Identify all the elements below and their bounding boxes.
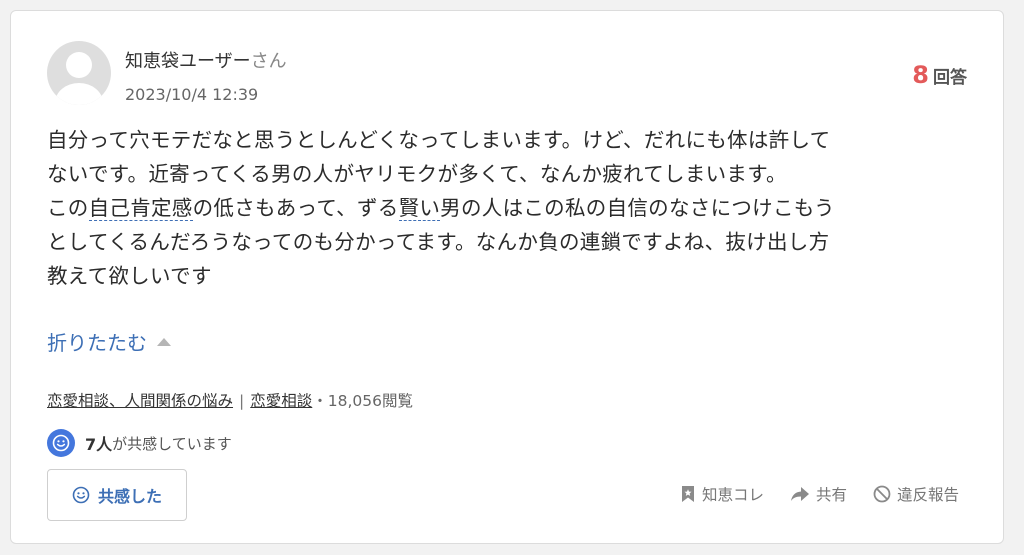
answer-count-label: 回答 (933, 68, 967, 88)
question-text: 男の人はこの私の自信のなさにつけこもう (440, 196, 835, 220)
answer-count[interactable]: 8 回答 (912, 61, 967, 89)
prohibit-icon (873, 485, 891, 503)
view-count: ・18,056閲覧 (312, 392, 414, 410)
question-card: 知恵袋ユーザーさん 2023/10/4 12:39 8 回答 自分って穴モテだな… (10, 10, 1004, 544)
question-body: 自分って穴モテだなと思うとしんどくなってしまいます。けど、だれにも体は許して な… (47, 123, 967, 293)
avatar-body-shape (55, 83, 103, 105)
category-separator: | (239, 392, 245, 410)
question-line: この自己肯定感の低さもあって、ずる賢い男の人はこの私の自信のなさにつけこもう (47, 191, 967, 225)
category-link[interactable]: 恋愛相談 (250, 392, 312, 410)
glossary-term-link[interactable]: 賢い (398, 196, 441, 221)
share-label: 共有 (815, 486, 847, 504)
empathy-count: 7人 が共感しています (47, 429, 232, 457)
bookmark-icon (681, 486, 694, 502)
report-label: 違反報告 (896, 486, 959, 504)
glossary-term-link[interactable]: 自己肯定感 (88, 196, 193, 221)
collapse-label: 折りたたむ (47, 331, 147, 355)
question-line: 自分って穴モテだなと思うとしんどくなってしまいます。けど、だれにも体は許して (47, 128, 831, 152)
question-line: ないです。近寄ってくる男の人がヤリモクが多くて、なんか疲れてしまいます。 (47, 162, 787, 186)
category-breadcrumb: 恋愛相談、人間関係の悩み | 恋愛相談・18,056閲覧 (47, 389, 413, 411)
question-line: 教えて欲しいです (47, 264, 212, 288)
empathy-suffix: が共感しています (112, 434, 232, 453)
empathize-button[interactable]: 共感した (47, 469, 187, 521)
answer-count-number: 8 (912, 61, 929, 89)
question-line: としてくるんだろうなってのも分かってます。なんか負の連鎖ですよね、抜け出し方 (47, 230, 830, 254)
bookmark-label: 知恵コレ (701, 486, 764, 504)
caret-up-icon (157, 337, 171, 346)
collapse-button[interactable]: 折りたたむ (47, 327, 171, 356)
empathize-button-label: 共感した (97, 487, 162, 506)
report-button[interactable]: 違反報告 (873, 483, 959, 505)
post-timestamp: 2023/10/4 12:39 (125, 85, 259, 104)
user-name: 知恵袋ユーザーさん (125, 47, 287, 73)
smile-icon (47, 429, 75, 457)
action-bar: 知恵コレ 共有 違反報告 (654, 483, 959, 505)
avatar-head-shape (66, 52, 92, 78)
question-text: の低さもあって、ずる (192, 196, 399, 220)
user-name-text: 知恵袋ユーザー (125, 51, 251, 72)
empathy-number: 7人 (85, 435, 113, 454)
share-icon (790, 487, 809, 501)
question-text: この (47, 196, 89, 220)
avatar[interactable] (47, 41, 111, 105)
share-button[interactable]: 共有 (790, 483, 847, 505)
bookmark-button[interactable]: 知恵コレ (680, 483, 764, 505)
category-link[interactable]: 恋愛相談、人間関係の悩み (47, 392, 233, 410)
user-honorific: さん (250, 51, 287, 72)
smile-icon (72, 486, 90, 504)
